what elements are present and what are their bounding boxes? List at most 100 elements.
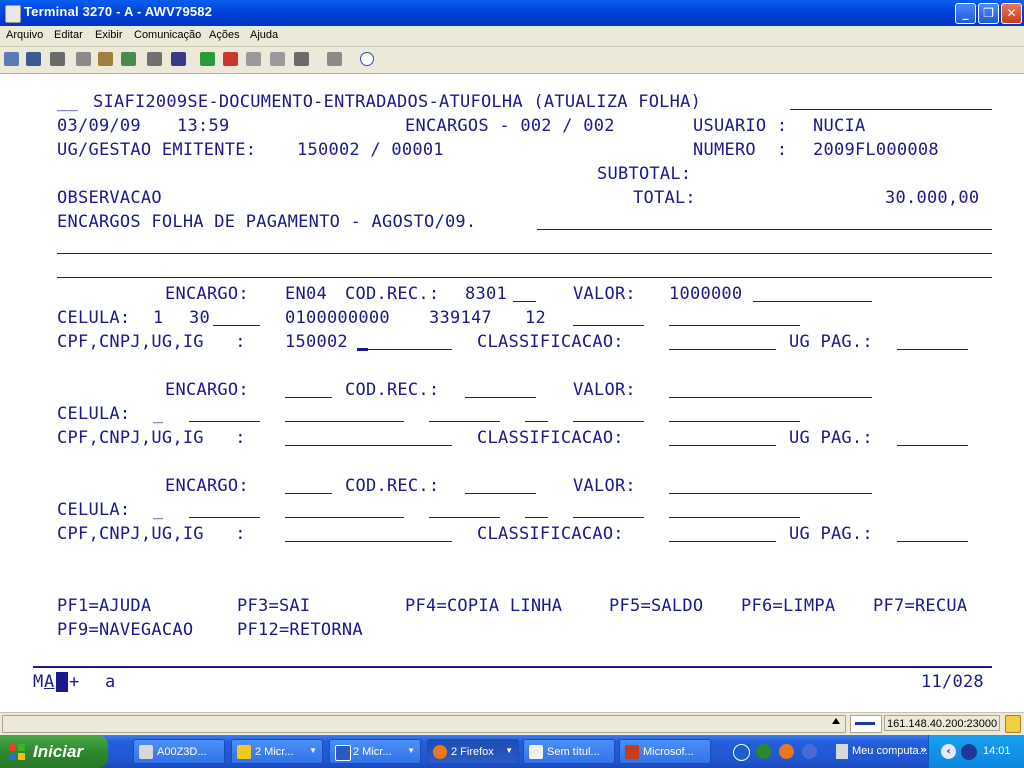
valor-value-1[interactable]: 1000000 [669, 284, 742, 304]
ug-pag-field-2[interactable] [897, 445, 968, 446]
valor-field-2[interactable] [669, 397, 872, 398]
classificacao-field-1[interactable] [669, 349, 776, 350]
observacao-field-line-1[interactable] [537, 229, 992, 230]
task-label: Sem títul... [547, 746, 600, 758]
menu-ajuda[interactable]: Ajuda [250, 29, 278, 41]
encargo-field-2[interactable] [285, 397, 332, 398]
print-icon[interactable] [50, 52, 65, 66]
celula-3-field-1[interactable]: _ [153, 500, 164, 520]
network-icon[interactable] [961, 744, 977, 760]
text-cursor [357, 348, 368, 351]
celula-2-field-2[interactable] [189, 421, 260, 422]
ug-gestao-label: UG/GESTAO EMITENTE: [57, 140, 257, 160]
scroll-up-icon[interactable] [832, 718, 840, 724]
close-button[interactable]: ✕ [1001, 3, 1022, 24]
cpf-underline-1 [357, 349, 452, 350]
menu-editar[interactable]: Editar [54, 29, 83, 41]
keypad-icon[interactable] [171, 52, 186, 66]
start-button[interactable]: Iniciar [0, 735, 108, 768]
send-icon[interactable] [200, 52, 215, 66]
help-icon[interactable] [360, 52, 374, 66]
cpf-label-3: CPF,CNPJ,UG,IG : [57, 524, 246, 544]
cpf-field-3[interactable] [285, 541, 452, 542]
observacao-label: OBSERVACAO [57, 188, 162, 208]
classificacao-field-3[interactable] [669, 541, 776, 542]
menu-comunicacao[interactable]: Comunicação [134, 29, 201, 41]
celula-2-field-5[interactable] [525, 421, 548, 422]
copy-icon[interactable] [76, 52, 91, 66]
restore-button[interactable]: ❐ [978, 3, 999, 24]
quicklaunch-icon-3[interactable] [779, 744, 794, 759]
celula-2-field-7[interactable] [669, 421, 800, 422]
settings-icon[interactable] [327, 52, 342, 66]
save-icon[interactable] [26, 52, 41, 66]
chevron-right-icon[interactable]: » [920, 743, 927, 756]
pf6-key: PF6=LIMPA [741, 596, 836, 616]
connect-icon[interactable] [270, 52, 285, 66]
menu-acoes[interactable]: Ações [209, 29, 240, 41]
taskbar-item-microsoft[interactable]: Microsof... [619, 739, 711, 764]
total-value: 30.000,00 [885, 188, 980, 208]
celula-1-field-4[interactable]: 339147 [429, 308, 492, 328]
observacao-field-line-3[interactable] [57, 277, 992, 278]
menu-exibir[interactable]: Exibir [95, 29, 123, 41]
cpf-field-2[interactable] [285, 445, 452, 446]
celula-1-field-2[interactable]: 30 [189, 308, 210, 328]
my-computer-label[interactable]: Meu computa... [852, 745, 928, 757]
window-title: Terminal 3270 - A - AWV79582 [24, 4, 213, 19]
cmd-field-prefix[interactable]: __ [57, 92, 78, 112]
celula-2-field-4[interactable] [429, 421, 500, 422]
receive-icon[interactable] [223, 52, 238, 66]
celula-1-field-7[interactable] [669, 325, 800, 326]
classificacao-label-2: CLASSIFICACAO: [477, 428, 624, 448]
observacao-field-line-2[interactable] [57, 253, 992, 254]
celula-1-field-5[interactable]: 12 [525, 308, 546, 328]
taskbar-item-micr-1[interactable]: 2 Micr... ▼ [231, 739, 323, 764]
celula-1-field-6[interactable] [573, 325, 644, 326]
cod-rec-label-2: COD.REC.: [345, 380, 440, 400]
menu-arquivo[interactable]: Arquivo [6, 29, 43, 41]
taskbar-item-firefox[interactable]: 2 Firefox ▼ [427, 739, 519, 764]
celula-2-field-6[interactable] [573, 421, 644, 422]
celula-3-field-6[interactable] [573, 517, 644, 518]
disconnect-icon[interactable] [246, 52, 261, 66]
taskbar-item-micr-2[interactable]: 2 Micr... ▼ [329, 739, 421, 764]
cut-icon[interactable] [121, 52, 136, 66]
transfer-icon[interactable] [294, 52, 309, 66]
ug-pag-field-3[interactable] [897, 541, 968, 542]
minimize-button[interactable]: _ [955, 3, 976, 24]
encargo-field-3[interactable] [285, 493, 332, 494]
chevron-left-icon[interactable]: ‹ [941, 744, 956, 759]
celula-2-field-1[interactable]: _ [153, 404, 164, 424]
cod-rec-field-3[interactable] [465, 493, 536, 494]
observacao-text[interactable]: ENCARGOS FOLHA DE PAGAMENTO - AGOSTO/09. [57, 212, 476, 232]
quicklaunch-icon-4[interactable] [802, 744, 817, 759]
encargo-value-1[interactable]: EN04 [285, 284, 327, 304]
paste-icon[interactable] [98, 52, 113, 66]
celula-1-field-3[interactable]: 0100000000 [285, 308, 390, 328]
celula-3-field-3[interactable] [285, 517, 404, 518]
celula-1-field-1[interactable]: 1 [153, 308, 164, 328]
classificacao-field-2[interactable] [669, 445, 776, 446]
ug-pag-field-1[interactable] [897, 349, 968, 350]
macro-icon[interactable] [147, 52, 162, 66]
celula-3-field-4[interactable] [429, 517, 500, 518]
ie-icon[interactable] [733, 744, 750, 761]
my-computer-icon[interactable] [836, 744, 848, 759]
taskbar-item-a00z3d[interactable]: A00Z3D... [133, 739, 225, 764]
clock[interactable]: 14:01 [983, 745, 1011, 757]
celula-3-field-5[interactable] [525, 517, 548, 518]
cpf-value-1[interactable]: 150002 [285, 332, 348, 352]
celula-3-field-7[interactable] [669, 517, 800, 518]
taskbar-item-sem-titulo[interactable]: Sem títul... [523, 739, 615, 764]
new-session-icon[interactable] [4, 52, 19, 66]
celula-label-1: CELULA: [57, 308, 131, 328]
task-label: Microsof... [643, 746, 694, 758]
celula-2-field-3[interactable] [285, 421, 404, 422]
cod-rec-value-1[interactable]: 8301 [465, 284, 507, 304]
celula-3-field-2[interactable] [189, 517, 260, 518]
chevron-down-icon: ▼ [309, 746, 317, 755]
valor-field-3[interactable] [669, 493, 872, 494]
quicklaunch-icon-2[interactable] [756, 744, 771, 759]
cod-rec-field-2[interactable] [465, 397, 536, 398]
